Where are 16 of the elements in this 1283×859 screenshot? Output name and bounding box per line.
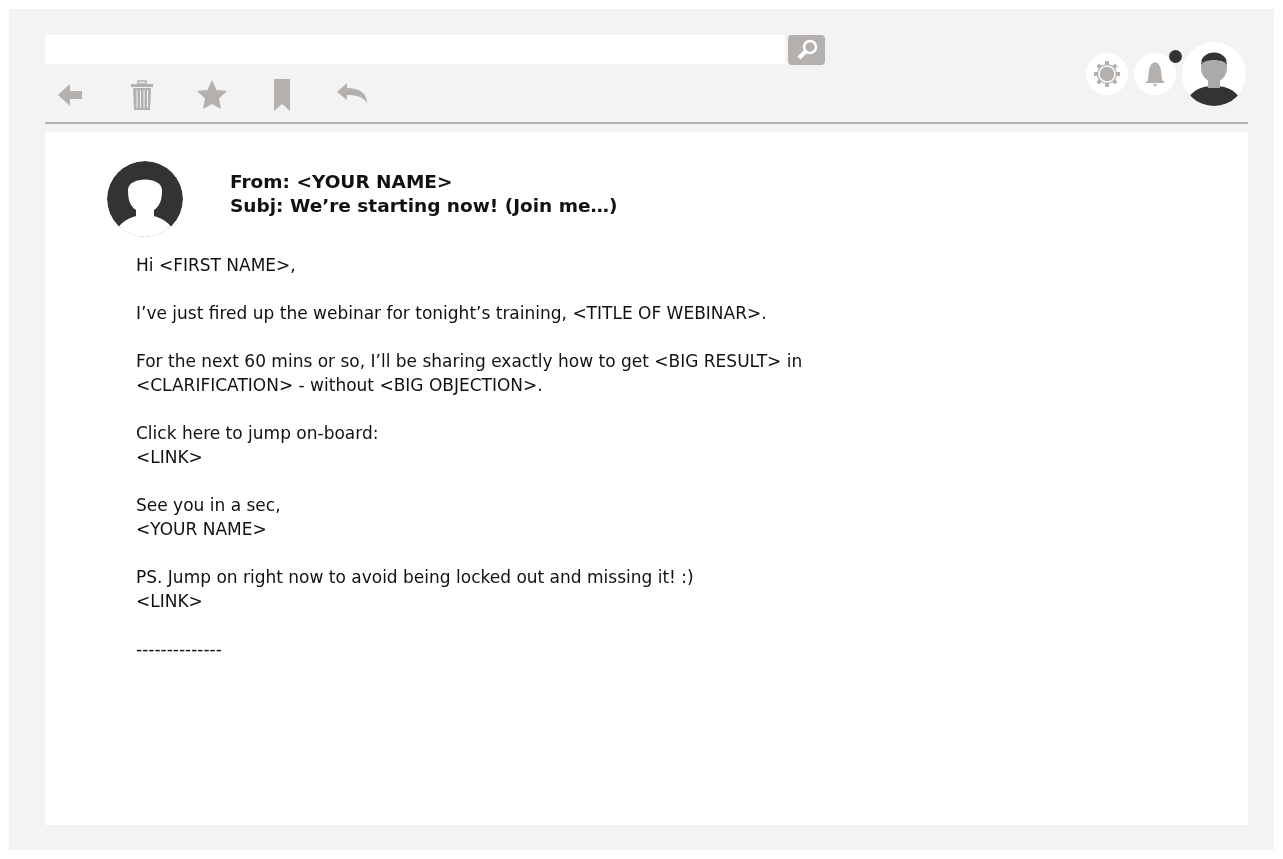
email-paragraph: I’ve just fired up the webinar for tonight’s training, <TITLE OF WEBINAR>. <box>136 302 768 325</box>
notification-button[interactable] <box>1134 52 1176 95</box>
search-button[interactable] <box>788 35 825 65</box>
email-paragraph: Click here to jump on-board: <LINK> <box>136 422 380 469</box>
email-paragraph: -------------- <box>136 638 223 661</box>
bell-icon <box>1143 59 1167 88</box>
sender-line: From: <YOUR NAME> <box>230 170 454 194</box>
email-paragraph: See you in a sec, <YOUR NAME> <box>136 494 282 541</box>
email-paragraph: Hi <FIRST NAME>, <box>136 254 297 277</box>
subject-line: Subj: We’re starting now! (Join me…) <box>230 194 618 218</box>
star-icon <box>195 78 229 112</box>
settings-button[interactable] <box>1086 52 1128 95</box>
star-button[interactable] <box>195 78 229 112</box>
email-paragraph: PS. Jump on right now to avoid being locked out and missing it! :) <LINK> <box>136 566 695 613</box>
settings-icon <box>1094 60 1120 87</box>
email-paragraph: For the next 60 mins or so, I’ll be sharing exactly how to get <BIG RESULT> in <CLARIFICATION> - without <BIG OBJECTION>. <box>136 350 804 397</box>
